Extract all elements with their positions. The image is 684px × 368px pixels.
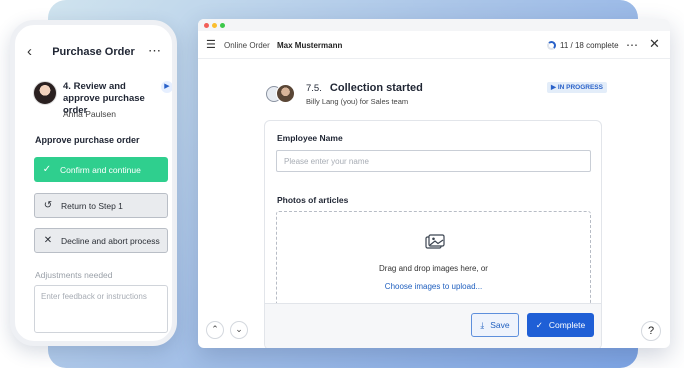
choose-images-link[interactable]: Choose images to upload... — [277, 282, 590, 291]
more-horizontal-icon[interactable]: ⋯ — [148, 42, 162, 60]
download-icon: ⤓ — [480, 319, 485, 330]
approve-label: Approve purchase order — [35, 135, 140, 145]
close-icon[interactable]: ✕ — [649, 36, 660, 52]
save-label: Save — [490, 320, 510, 330]
close-icon: ✕ — [43, 235, 53, 246]
form-footer: ⤓ Save ✓ Complete — [265, 303, 601, 348]
avatar — [33, 81, 57, 105]
phone-header: ‹ Purchase Order ⋯ — [15, 43, 172, 63]
photos-label: Photos of articles — [277, 195, 349, 205]
status-badge: ▶ IN PROGRESS — [547, 82, 607, 93]
progress-text: 11 / 18 complete — [560, 41, 619, 50]
check-icon: ✓ — [42, 164, 52, 175]
avatar — [276, 84, 295, 103]
employee-name-input[interactable] — [276, 150, 591, 172]
play-icon[interactable]: ▶ — [161, 81, 172, 93]
chevron-up-icon[interactable]: ⌃ — [206, 321, 224, 339]
return-label: Return to Step 1 — [61, 200, 123, 211]
task-form-card: Employee Name Photos of articles Drag an… — [264, 120, 602, 348]
maximize-window-dot[interactable] — [220, 23, 225, 28]
images-icon — [425, 234, 445, 249]
employee-name-label: Employee Name — [277, 133, 343, 143]
task-number: 7.5. — [306, 83, 322, 94]
step-number: 4. — [63, 81, 71, 92]
play-icon: ▶ — [551, 84, 556, 91]
task-title-text: Collection started — [329, 82, 423, 94]
breadcrumb-process[interactable]: Online Order — [224, 41, 270, 50]
return-step-button[interactable]: ↺ Return to Step 1 — [34, 193, 168, 218]
chevron-down-icon[interactable]: ⌄ — [230, 321, 248, 339]
decline-label: Decline and abort process — [61, 235, 160, 246]
window-toolbar: ☰ Online Order Max Mustermann 11 / 18 co… — [198, 33, 670, 59]
minimize-window-dot[interactable] — [212, 23, 217, 28]
help-button[interactable]: ? — [641, 321, 661, 341]
phone-approval-panel: ‹ Purchase Order ⋯ 4. Review and approve… — [10, 20, 177, 346]
more-horizontal-icon[interactable]: ⋯ — [626, 38, 639, 52]
feedback-field[interactable] — [34, 285, 168, 333]
task-title: 7.5. Collection started — [306, 82, 423, 94]
complete-label: Complete — [548, 320, 586, 330]
progress-ring-icon — [547, 41, 556, 50]
current-step: 4. Review and approve purchase order Ann… — [27, 79, 172, 123]
check-icon: ✓ — [535, 319, 543, 330]
adjustments-label: Adjustments needed — [35, 270, 113, 280]
task-avatars — [266, 82, 298, 104]
confirm-continue-button[interactable]: ✓ Confirm and continue — [34, 157, 168, 182]
save-button[interactable]: ⤓ Save — [471, 313, 519, 337]
window-titlebar — [198, 19, 670, 31]
task-window: ☰ Online Order Max Mustermann 11 / 18 co… — [198, 19, 670, 348]
task-subtitle: Billy Lang (you) for Sales team — [306, 97, 409, 106]
dropzone-text: Drag and drop images here, or — [379, 264, 488, 273]
undo-icon: ↺ — [43, 200, 53, 211]
breadcrumb-instance: Max Mustermann — [277, 41, 343, 50]
status-text: IN PROGRESS — [557, 84, 603, 91]
hamburger-icon[interactable]: ☰ — [206, 38, 216, 51]
step-assignee: Anna Paulsen — [63, 109, 116, 119]
confirm-label: Confirm and continue — [60, 164, 141, 175]
complete-button[interactable]: ✓ Complete — [527, 313, 594, 337]
close-window-dot[interactable] — [204, 23, 209, 28]
image-dropzone[interactable]: Drag and drop images here, or Choose ima… — [276, 211, 591, 311]
decline-abort-button[interactable]: ✕ Decline and abort process — [34, 228, 168, 253]
